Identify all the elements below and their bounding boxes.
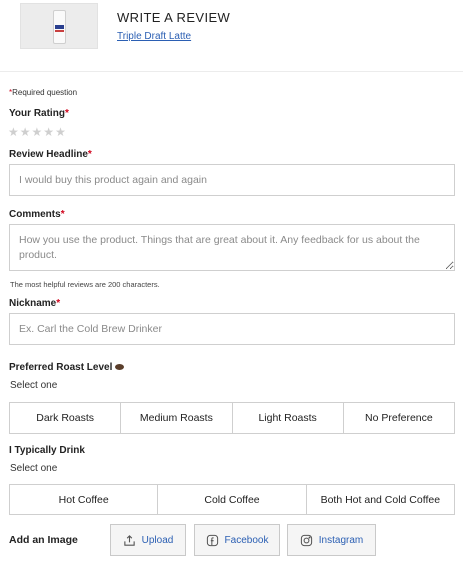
star-3-icon[interactable]: ★ xyxy=(32,125,43,139)
coffee-bean-icon xyxy=(115,364,125,371)
comments-label: Comments* xyxy=(9,209,65,220)
instagram-icon xyxy=(300,534,313,547)
roast-option-medium[interactable]: Medium Roasts xyxy=(121,403,233,433)
rating-label: Your Rating* xyxy=(9,108,69,119)
star-5-icon[interactable]: ★ xyxy=(55,125,66,139)
required-star: * xyxy=(64,108,69,119)
instagram-button-label: Instagram xyxy=(318,534,364,546)
upload-button-label: Upload xyxy=(141,534,174,546)
nickname-label: Nickname* xyxy=(9,298,60,309)
review-header: WRITE A REVIEW Triple Draft Latte xyxy=(0,0,463,72)
product-can-graphic xyxy=(53,10,66,44)
roast-sublabel: Select one xyxy=(10,380,58,391)
roast-option-dark[interactable]: Dark Roasts xyxy=(10,403,122,433)
roast-options: Dark Roasts Medium Roasts Light Roasts N… xyxy=(9,402,455,434)
drink-label: I Typically Drink xyxy=(9,445,85,456)
roast-label-text: Preferred Roast Level xyxy=(9,362,113,373)
roast-label: Preferred Roast Level xyxy=(9,362,125,373)
roast-option-no-preference[interactable]: No Preference xyxy=(344,403,454,433)
required-star: * xyxy=(60,209,65,220)
add-image-label: Add an Image xyxy=(9,534,78,546)
headline-label-text: Review Headline xyxy=(9,149,88,160)
headline-input[interactable] xyxy=(9,164,455,196)
required-star: * xyxy=(56,298,61,309)
headline-label: Review Headline* xyxy=(9,149,92,160)
star-1-icon[interactable]: ★ xyxy=(8,125,19,139)
product-link[interactable]: Triple Draft Latte xyxy=(117,31,191,42)
drink-option-cold[interactable]: Cold Coffee xyxy=(158,485,307,514)
comments-hint: The most helpful reviews are 200 charact… xyxy=(10,280,160,289)
instagram-button[interactable]: Instagram xyxy=(287,524,376,556)
upload-button[interactable]: Upload xyxy=(110,524,186,556)
required-note: *Required question xyxy=(9,88,77,97)
facebook-button[interactable]: Facebook xyxy=(194,524,280,556)
drink-option-hot[interactable]: Hot Coffee xyxy=(10,485,159,514)
upload-icon xyxy=(123,534,136,547)
required-note-text: Required question xyxy=(12,88,78,97)
required-star: * xyxy=(87,149,92,160)
nickname-input[interactable] xyxy=(9,313,455,345)
rating-label-text: Your Rating xyxy=(9,108,65,119)
star-4-icon[interactable]: ★ xyxy=(43,125,54,139)
star-2-icon[interactable]: ★ xyxy=(20,125,31,139)
product-image xyxy=(20,3,98,49)
page-title: WRITE A REVIEW xyxy=(117,10,231,25)
comments-label-text: Comments xyxy=(9,209,61,220)
nickname-label-text: Nickname xyxy=(9,298,57,309)
facebook-button-label: Facebook xyxy=(224,534,269,546)
star-rating[interactable]: ★ ★ ★ ★ ★ xyxy=(8,125,66,139)
drink-option-both[interactable]: Both Hot and Cold Coffee xyxy=(307,485,454,514)
facebook-icon xyxy=(206,534,219,547)
drink-sublabel: Select one xyxy=(10,463,58,474)
drink-options: Hot Coffee Cold Coffee Both Hot and Cold… xyxy=(9,484,455,515)
comments-textarea[interactable] xyxy=(9,224,455,271)
roast-option-light[interactable]: Light Roasts xyxy=(233,403,344,433)
